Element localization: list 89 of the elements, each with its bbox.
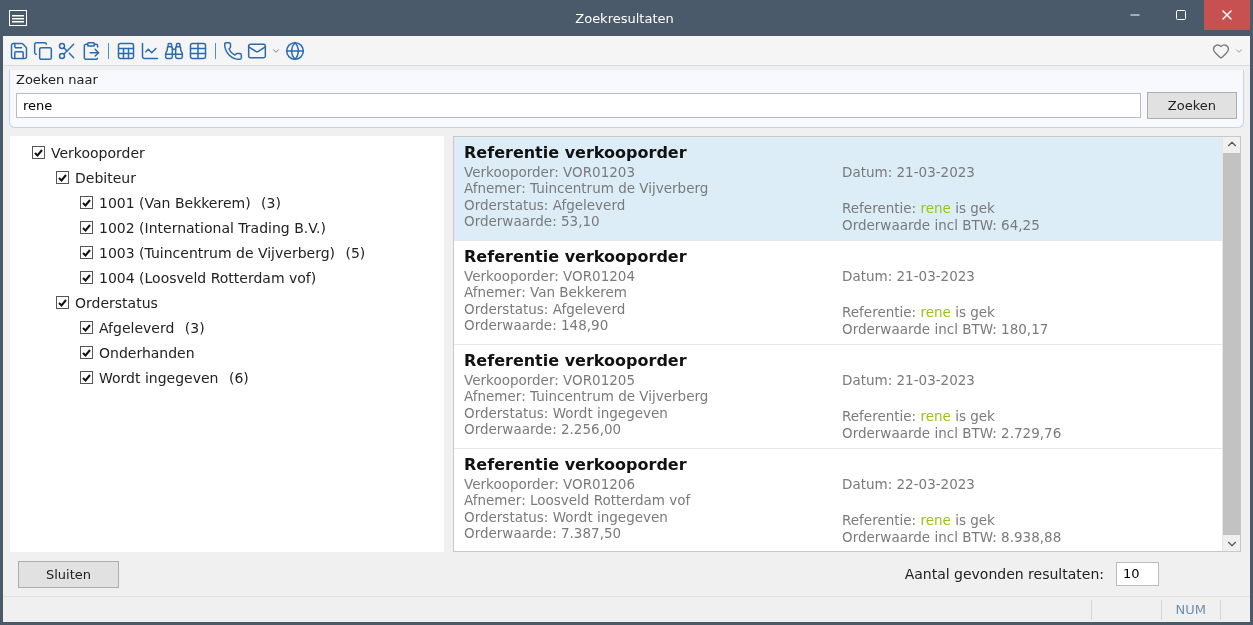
maximize-icon bbox=[1175, 9, 1187, 21]
result-title: Referentie verkooporder bbox=[464, 455, 688, 476]
checkbox[interactable] bbox=[80, 271, 93, 284]
result-detail: Orderwaarde: 2.256,00 bbox=[464, 421, 623, 438]
result-title: Referentie verkooporder bbox=[464, 247, 688, 268]
check-icon bbox=[58, 173, 67, 182]
tree-count: (6) bbox=[227, 369, 249, 386]
check-icon bbox=[82, 373, 91, 382]
check-icon bbox=[82, 223, 91, 232]
result-detail: Orderstatus: Wordt ingegeven bbox=[464, 404, 669, 422]
save-icon[interactable] bbox=[9, 40, 29, 61]
tree-label[interactable]: Afgeleverd bbox=[99, 319, 175, 336]
checkbox[interactable] bbox=[80, 371, 93, 384]
tree-label[interactable]: 1002 (International Trading B.V.) bbox=[99, 219, 326, 236]
spreadsheet-icon[interactable] bbox=[116, 40, 136, 61]
check-icon bbox=[82, 248, 91, 257]
tree-label[interactable]: Wordt ingegeven bbox=[99, 369, 219, 386]
heart-icon[interactable] bbox=[1212, 41, 1230, 60]
result-detail: Orderstatus: Afgeleverd bbox=[464, 196, 627, 214]
globe-icon[interactable] bbox=[285, 40, 305, 61]
search-field[interactable]: rene bbox=[16, 93, 1141, 118]
result-reference: Referentie: rene is gek bbox=[842, 304, 996, 321]
paste-icon[interactable] bbox=[81, 40, 101, 61]
checkbox[interactable] bbox=[80, 221, 93, 234]
result-detail: Afnemer: Tuincentrum de Vijverberg bbox=[464, 388, 710, 405]
result-date: Datum: 21-03-2023 bbox=[842, 163, 976, 181]
checkbox[interactable] bbox=[80, 346, 93, 359]
checkbox[interactable] bbox=[56, 171, 69, 184]
check-icon bbox=[82, 348, 91, 357]
result-total: Orderwaarde incl BTW: 180,17 bbox=[842, 320, 1050, 338]
result-reference: Referentie: rene is gek bbox=[842, 512, 996, 529]
checkbox[interactable] bbox=[80, 246, 93, 259]
tree-count: (3) bbox=[183, 319, 205, 336]
tree-label[interactable]: 1003 (Tuincentrum de Vijverberg) bbox=[99, 244, 335, 261]
result-detail: Orderwaarde: 53,10 bbox=[464, 213, 601, 230]
tree-count: (3) bbox=[260, 194, 281, 211]
result-title: Referentie verkooporder bbox=[464, 351, 688, 372]
result-detail: Afnemer: Loosveld Rotterdam vof bbox=[464, 492, 692, 509]
result-detail: Afnemer: Van Bekkerem bbox=[464, 284, 629, 301]
search-label: Zoeken naar bbox=[16, 72, 99, 87]
result-detail: Verkooporder: VOR01205 bbox=[464, 371, 637, 389]
tree-label[interactable]: 1001 (Van Bekkerem) bbox=[99, 194, 251, 211]
result-detail: Verkooporder: VOR01204 bbox=[464, 267, 637, 285]
result-total: Orderwaarde incl BTW: 64,25 bbox=[842, 216, 1041, 234]
tree-label[interactable]: Orderstatus bbox=[75, 294, 158, 311]
tree-count: (5) bbox=[344, 244, 366, 261]
result-date: Datum: 21-03-2023 bbox=[842, 267, 976, 285]
tree-label[interactable]: Verkooporder bbox=[51, 144, 145, 161]
status-indicator: NUM bbox=[1160, 599, 1220, 620]
phone-icon[interactable] bbox=[223, 40, 243, 61]
result-date: Datum: 22-03-2023 bbox=[842, 475, 976, 493]
result-detail: Orderwaarde: 148,90 bbox=[464, 317, 610, 334]
check-icon bbox=[34, 148, 43, 157]
check-icon bbox=[82, 198, 91, 207]
result-title: Referentie verkooporder bbox=[464, 143, 688, 164]
result-count-label: Aantal gevonden resultaten: bbox=[904, 566, 1104, 582]
app-icon bbox=[9, 10, 27, 26]
table-icon[interactable] bbox=[188, 40, 208, 61]
result-detail: Verkooporder: VOR01203 bbox=[464, 163, 637, 181]
search-button[interactable]: Zoeken bbox=[1146, 92, 1237, 119]
tree-label[interactable]: Debiteur bbox=[75, 169, 136, 186]
result-reference: Referentie: rene is gek bbox=[842, 200, 996, 217]
tree-label[interactable]: Onderhanden bbox=[99, 344, 195, 361]
result-detail: Orderwaarde: 7.387,50 bbox=[464, 525, 623, 542]
result-date: Datum: 21-03-2023 bbox=[842, 371, 976, 389]
check-icon bbox=[82, 273, 91, 282]
scrollbar[interactable] bbox=[1222, 137, 1240, 551]
chart-icon[interactable] bbox=[140, 40, 160, 61]
result-total: Orderwaarde incl BTW: 2.729,76 bbox=[842, 424, 1063, 442]
close-dialog-button[interactable]: Sluiten bbox=[18, 560, 119, 588]
cut-icon[interactable] bbox=[57, 40, 77, 61]
check-icon bbox=[58, 298, 67, 307]
window-title: Zoekresultaten bbox=[574, 10, 675, 26]
result-detail: Afnemer: Tuincentrum de Vijverberg bbox=[464, 180, 710, 197]
checkbox[interactable] bbox=[56, 296, 69, 309]
result-total: Orderwaarde incl BTW: 8.938,88 bbox=[842, 528, 1063, 546]
result-detail: Verkooporder: VOR01206 bbox=[464, 475, 637, 493]
tree-label[interactable]: 1004 (Loosveld Rotterdam vof) bbox=[99, 269, 317, 286]
checkbox[interactable] bbox=[32, 146, 45, 159]
check-icon bbox=[82, 323, 91, 332]
checkbox[interactable] bbox=[80, 321, 93, 334]
binoculars-icon[interactable] bbox=[164, 40, 184, 61]
result-detail: Orderstatus: Afgeleverd bbox=[464, 300, 627, 318]
copy-icon[interactable] bbox=[33, 40, 53, 61]
checkbox[interactable] bbox=[80, 196, 93, 209]
result-detail: Orderstatus: Wordt ingegeven bbox=[464, 508, 669, 526]
result-count-field: 10 bbox=[1116, 562, 1159, 586]
result-reference: Referentie: rene is gek bbox=[842, 408, 996, 425]
result-item[interactable]: Referentie verkooporder Verkooporder: VOR01203 Afnemer: Tuincentrum de Vijverberg Orderstatus: Afgeleverd Orderwaarde: 53,10 Datum: 21-03-2023 Referentie: rene is gek Orderwaarde incl BTW: 64,25 bbox=[454, 137, 1222, 241]
